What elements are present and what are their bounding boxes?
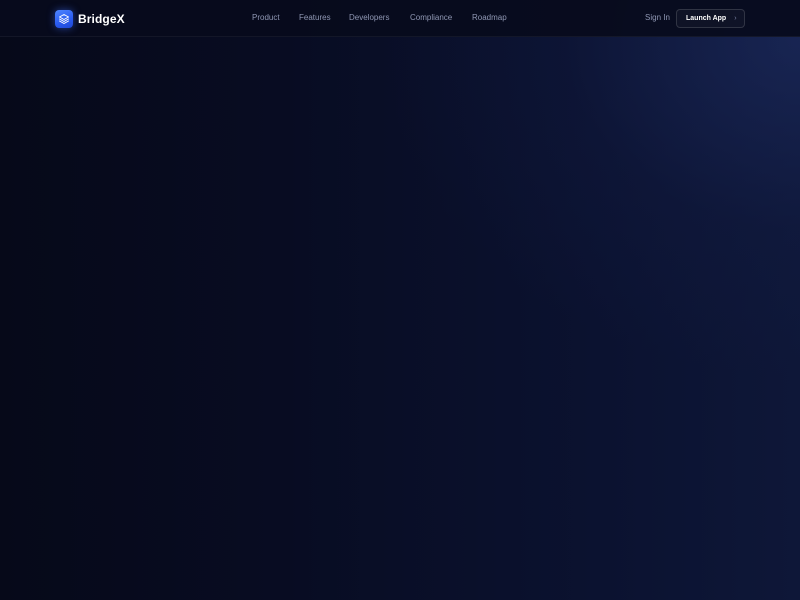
landing-page: BridgeX Product Features Developers Comp… [0, 0, 800, 600]
nav-link-features[interactable]: Features [299, 13, 331, 22]
top-navbar: BridgeX Product Features Developers Comp… [0, 0, 800, 37]
nav-link-compliance[interactable]: Compliance [410, 13, 452, 22]
hero-section [0, 37, 800, 600]
layers-icon [55, 9, 73, 28]
launch-app-button[interactable]: Launch App › [676, 9, 745, 28]
nav-link-product[interactable]: Product [252, 13, 280, 22]
launch-app-label: Launch App [686, 15, 727, 22]
nav-link-roadmap[interactable]: Roadmap [472, 13, 507, 22]
nav-link-developers[interactable]: Developers [349, 13, 389, 22]
brand-name: BridgeX [78, 11, 125, 26]
chevron-right-icon: › [734, 15, 737, 22]
brand-logo[interactable]: BridgeX [55, 9, 125, 28]
sign-in-link[interactable]: Sign In [645, 13, 670, 22]
